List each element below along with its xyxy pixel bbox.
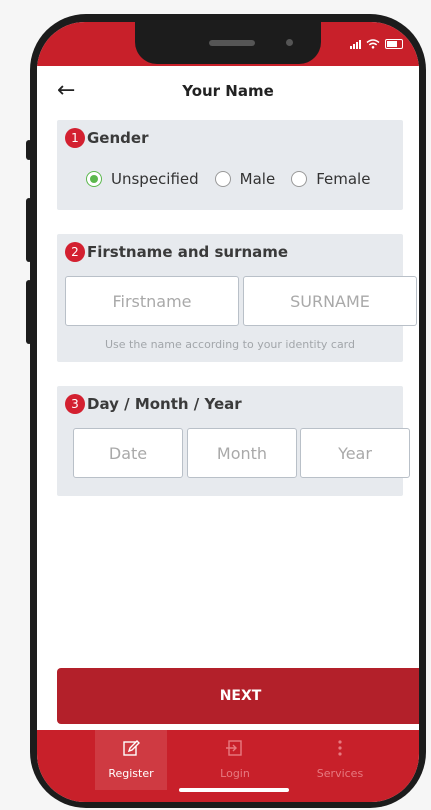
camera: [286, 39, 293, 46]
phone-screen: ← Your Name 1 Gender Unspecified Male Fe…: [37, 22, 419, 802]
surname-input[interactable]: SURNAME: [243, 276, 417, 326]
name-card: 2 Firstname and surname Firstname SURNAM…: [57, 234, 417, 362]
firstname-input[interactable]: Firstname: [65, 276, 239, 326]
page-title: Your Name: [182, 82, 274, 100]
radio-label: Female: [316, 170, 371, 188]
gender-label: Gender: [87, 129, 149, 147]
name-hint: Use the name according to your identity …: [104, 338, 355, 351]
tab-bar: Register Login Services: [37, 730, 419, 802]
dob-label: Day / Month / Year: [87, 395, 242, 413]
home-indicator: [179, 788, 289, 792]
status-bar: [37, 22, 419, 66]
radio-male[interactable]: Male: [214, 170, 276, 188]
more-vertical-icon: [338, 740, 342, 756]
next-button[interactable]: NEXT: [57, 668, 419, 724]
signal-icon: [350, 40, 361, 49]
tab-services[interactable]: Services: [304, 730, 376, 790]
step-badge: 2: [65, 242, 85, 262]
notch: [135, 22, 321, 64]
month-input[interactable]: Month: [187, 428, 297, 478]
speaker: [209, 40, 255, 46]
dob-title: 3 Day / Month / Year: [65, 394, 242, 414]
tab-login[interactable]: Login: [199, 730, 271, 790]
radio-unselected-icon: [214, 171, 231, 187]
edit-icon: [123, 740, 140, 756]
radio-female[interactable]: Female: [291, 170, 370, 188]
radio-unspecified[interactable]: Unspecified: [86, 170, 199, 188]
status-icons: [350, 39, 403, 49]
tab-label: Register: [108, 767, 154, 780]
login-icon: [226, 740, 242, 756]
radio-selected-icon: [86, 171, 102, 187]
name-label: Firstname and surname: [87, 243, 289, 261]
tab-label: Services: [316, 767, 364, 780]
radio-label: Male: [239, 170, 276, 188]
gender-title: 1 Gender: [65, 128, 148, 148]
date-input[interactable]: Date: [73, 428, 183, 478]
gender-card: 1 Gender Unspecified Male Female: [57, 120, 403, 210]
step-badge: 1: [65, 128, 85, 148]
name-title: 2 Firstname and surname: [65, 242, 288, 262]
wifi-icon: [366, 39, 380, 49]
gender-options: Unspecified Male Female: [86, 170, 370, 188]
radio-unselected-icon: [291, 171, 308, 187]
tab-label: Login: [220, 767, 250, 780]
step-badge: 3: [65, 394, 85, 414]
radio-label: Unspecified: [111, 170, 199, 188]
year-input[interactable]: Year: [300, 428, 410, 478]
tab-register[interactable]: Register: [95, 730, 167, 790]
header: ← Your Name: [37, 66, 419, 118]
dob-card: 3 Day / Month / Year Date Month Year: [57, 386, 410, 496]
battery-icon: [385, 39, 403, 49]
